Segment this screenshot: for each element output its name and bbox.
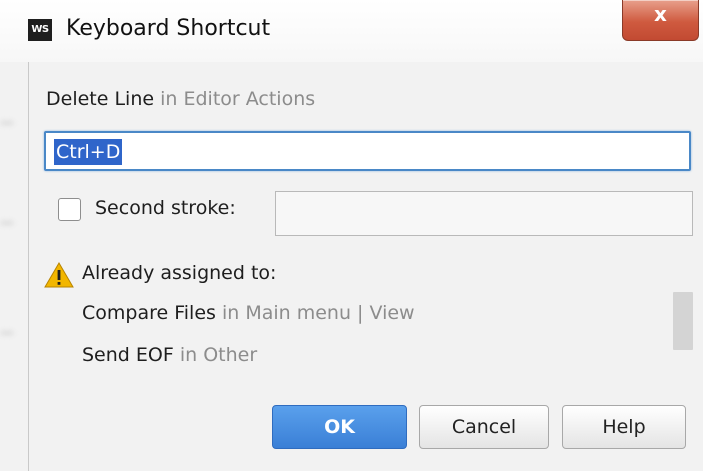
second-stroke-input[interactable] bbox=[275, 191, 693, 236]
background-blur bbox=[0, 330, 14, 336]
close-button[interactable]: x bbox=[622, 0, 699, 41]
shortcut-value: Ctrl+D bbox=[54, 139, 123, 165]
conflict-action-context: in Main menu | View bbox=[221, 302, 415, 324]
close-icon: x bbox=[654, 2, 667, 26]
background-blur bbox=[0, 220, 14, 226]
list-item: Send EOF in Other bbox=[82, 344, 257, 366]
help-button[interactable]: Help bbox=[562, 405, 686, 449]
webstorm-app-icon: WS bbox=[28, 19, 52, 41]
cancel-button[interactable]: Cancel bbox=[419, 405, 549, 449]
conflict-action-context: in Other bbox=[179, 344, 258, 366]
warning-icon bbox=[44, 262, 74, 288]
action-name: Delete Line bbox=[46, 88, 155, 110]
background-blur bbox=[0, 120, 14, 126]
conflict-list-scrollbar[interactable] bbox=[673, 292, 693, 350]
second-stroke-label: Second stroke: bbox=[95, 197, 236, 219]
conflict-action-name: Send EOF bbox=[82, 344, 174, 366]
action-context: in Editor Actions bbox=[160, 88, 316, 110]
list-item: Compare Files in Main menu | View bbox=[82, 302, 415, 324]
action-description: Delete Line in Editor Actions bbox=[46, 88, 315, 110]
conflict-list[interactable]: Compare Files in Main menu | View Send E… bbox=[82, 300, 672, 370]
window-title: Keyboard Shortcut bbox=[66, 16, 271, 41]
conflict-heading-text: Already assigned to: bbox=[82, 262, 277, 284]
ok-button[interactable]: OK bbox=[272, 405, 407, 449]
second-stroke-checkbox[interactable] bbox=[58, 198, 81, 221]
title-bar: WS Keyboard Shortcut x bbox=[0, 0, 703, 62]
conflict-action-name: Compare Files bbox=[82, 302, 216, 324]
first-stroke-input[interactable]: Ctrl+D bbox=[44, 131, 691, 171]
